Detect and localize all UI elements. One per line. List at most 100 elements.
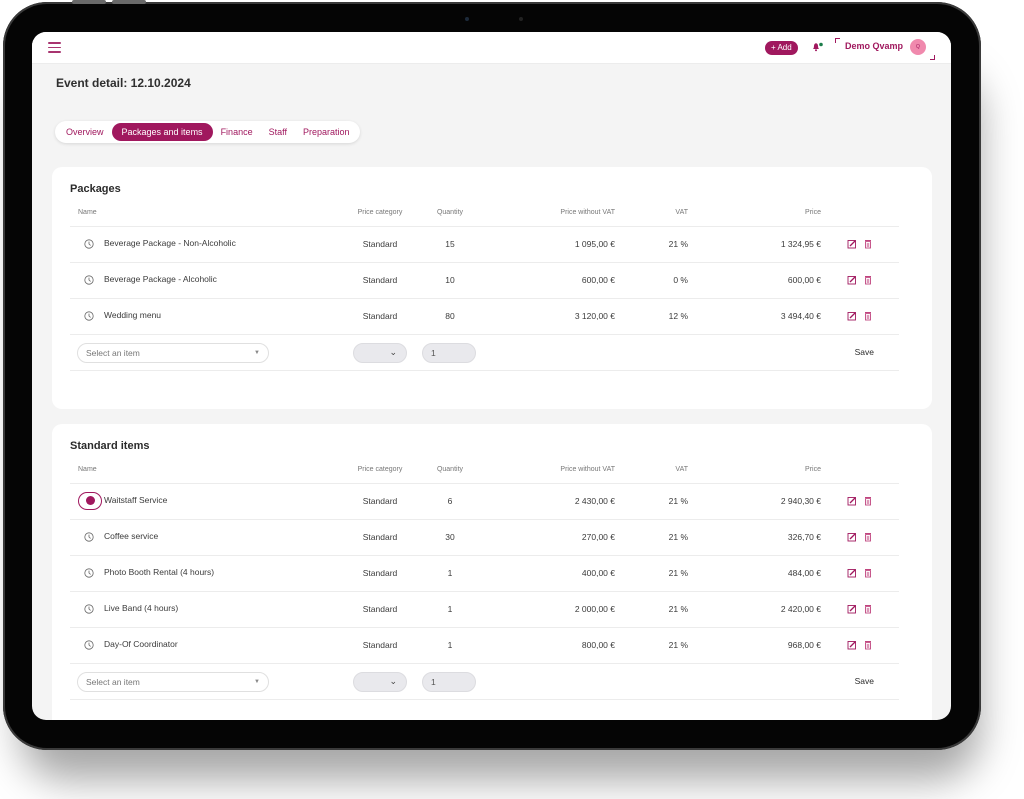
row-actions <box>847 568 873 578</box>
trash-icon[interactable] <box>863 532 873 542</box>
col-price-without-vat: Price without VAT <box>560 209 615 216</box>
item-price-without-vat: 270,00 € <box>581 532 615 542</box>
item-price-without-vat: 2 000,00 € <box>574 604 615 614</box>
caret-down-icon: ▼ <box>254 679 260 685</box>
trash-icon[interactable] <box>863 311 873 321</box>
row-actions <box>847 496 873 506</box>
item-price-without-vat: 800,00 € <box>581 640 615 650</box>
item-quantity: 10 <box>445 275 455 285</box>
trash-icon[interactable] <box>863 640 873 650</box>
col-price: Price <box>805 209 821 216</box>
clock-icon[interactable] <box>84 311 94 321</box>
item-price: 2 940,30 € <box>780 496 821 506</box>
item-vat: 21 % <box>668 532 688 542</box>
clock-icon[interactable] <box>84 568 94 578</box>
table-row: Day-Of Coordinator Standard 1 800,00 € 2… <box>70 628 899 664</box>
item-price-without-vat: 600,00 € <box>581 275 615 285</box>
trash-icon[interactable] <box>863 275 873 285</box>
item-name: Photo Booth Rental (4 hours) <box>104 567 215 577</box>
table-row: Photo Booth Rental (4 hours) Standard 1 … <box>70 556 899 592</box>
item-price-category: Standard <box>362 568 398 578</box>
clock-icon[interactable] <box>84 604 94 614</box>
notification-dot <box>819 42 823 47</box>
clock-icon[interactable] <box>84 532 94 542</box>
edit-icon[interactable] <box>847 275 857 285</box>
edit-icon[interactable] <box>847 604 857 614</box>
hamburger-icon[interactable] <box>48 42 61 53</box>
item-quantity: 1 <box>447 640 453 650</box>
edit-icon[interactable] <box>847 496 857 506</box>
table-row: Waitstaff Service Standard 6 2 430,00 € … <box>70 484 899 520</box>
item-vat: 12 % <box>668 311 688 321</box>
item-name: Waitstaff Service <box>104 495 168 505</box>
item-name: Beverage Package - Non-Alcoholic <box>104 238 236 248</box>
user-name: Demo Qvamp <box>845 41 904 51</box>
save-button[interactable]: Save <box>855 347 874 357</box>
tab-overview[interactable]: Overview <box>58 123 112 141</box>
clock-icon[interactable] <box>84 640 94 650</box>
item-quantity: 80 <box>445 311 455 321</box>
price-category-select[interactable]: ⌄ <box>353 672 407 692</box>
chevron-down-icon: ⌄ <box>389 676 397 686</box>
camera-icon <box>465 17 469 21</box>
trash-icon[interactable] <box>863 568 873 578</box>
edit-icon[interactable] <box>847 239 857 249</box>
col-vat: VAT <box>675 209 688 216</box>
bell-icon[interactable] <box>811 41 823 53</box>
item-price-category: Standard <box>362 239 398 249</box>
clock-icon[interactable] <box>84 239 94 249</box>
item-name: Live Band (4 hours) <box>104 603 179 613</box>
item-price: 326,70 € <box>787 532 821 542</box>
item-price-without-vat: 3 120,00 € <box>574 311 615 321</box>
item-name: Wedding menu <box>104 310 162 320</box>
item-price: 484,00 € <box>787 568 821 578</box>
select-item-dropdown[interactable]: Select an item ▼ <box>77 672 269 692</box>
row-actions <box>847 275 873 285</box>
row-actions <box>847 532 873 542</box>
item-price: 600,00 € <box>787 275 821 285</box>
edit-icon[interactable] <box>847 568 857 578</box>
row-actions <box>847 604 873 614</box>
item-quantity: 30 <box>445 532 455 542</box>
edit-icon[interactable] <box>847 640 857 650</box>
tab-preparation[interactable]: Preparation <box>295 123 358 141</box>
col-name: Name <box>78 466 97 473</box>
camera-bar <box>423 14 563 24</box>
user-menu[interactable]: Demo Qvamp Q <box>835 38 935 60</box>
item-name: Day-Of Coordinator <box>104 639 178 649</box>
tab-packages-and-items[interactable]: Packages and items <box>111 123 213 141</box>
table-header: Name Price category Quantity Price witho… <box>70 462 899 484</box>
item-price-category: Standard <box>362 496 398 506</box>
quantity-input[interactable] <box>422 343 476 363</box>
item-name: Coffee service <box>104 531 159 541</box>
standard-items-table: Name Price category Quantity Price witho… <box>70 462 899 700</box>
trash-icon[interactable] <box>863 604 873 614</box>
item-price: 3 494,40 € <box>780 311 821 321</box>
add-button[interactable]: + Add <box>765 41 798 55</box>
edit-icon[interactable] <box>847 311 857 321</box>
item-price-without-vat: 2 430,00 € <box>574 496 615 506</box>
tab-finance[interactable]: Finance <box>213 123 261 141</box>
table-row: Coffee service Standard 30 270,00 € 21 %… <box>70 520 899 556</box>
item-vat: 21 % <box>668 640 688 650</box>
quantity-input[interactable] <box>422 672 476 692</box>
standard-items-card: Standard items Name Price category Quant… <box>52 424 932 720</box>
edit-icon[interactable] <box>847 532 857 542</box>
select-item-placeholder: Select an item <box>86 348 140 358</box>
add-item-row: Select an item ▼ ⌄ Save <box>70 664 899 700</box>
save-button[interactable]: Save <box>855 676 874 686</box>
trash-icon[interactable] <box>863 496 873 506</box>
col-price-category: Price category <box>357 209 403 216</box>
table-row: Beverage Package - Non-Alcoholic Standar… <box>70 227 899 263</box>
add-item-row: Select an item ▼ ⌄ Save <box>70 335 899 371</box>
clock-icon-active[interactable] <box>78 492 102 510</box>
tab-staff[interactable]: Staff <box>261 123 295 141</box>
clock-icon[interactable] <box>84 275 94 285</box>
col-price: Price <box>805 466 821 473</box>
standard-items-title: Standard items <box>70 440 150 452</box>
item-vat: 21 % <box>668 604 688 614</box>
price-category-select[interactable]: ⌄ <box>353 343 407 363</box>
select-item-dropdown[interactable]: Select an item ▼ <box>77 343 269 363</box>
corner-mark <box>930 55 935 60</box>
trash-icon[interactable] <box>863 239 873 249</box>
